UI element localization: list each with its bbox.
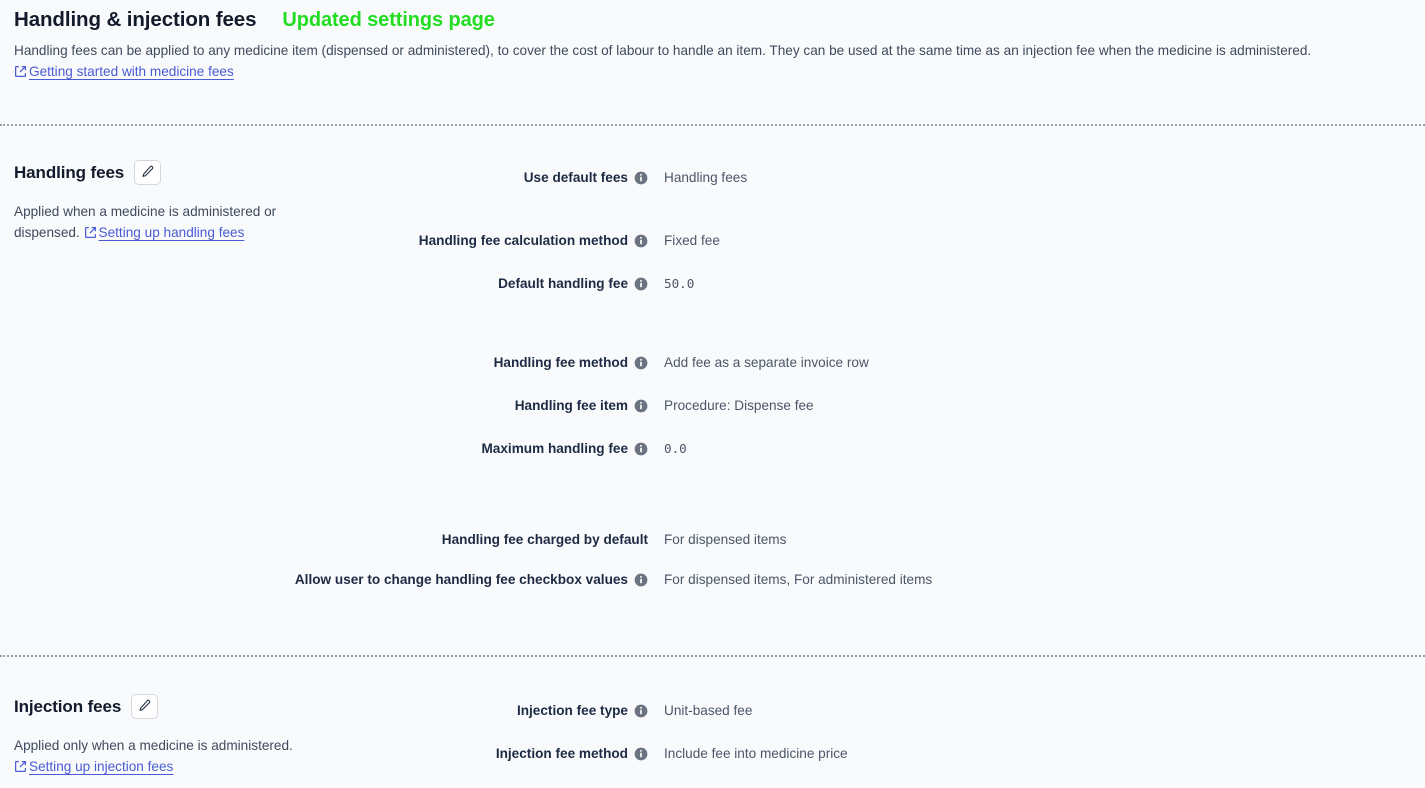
section-divider-bottom: [0, 655, 1425, 657]
section-divider-top: [0, 124, 1425, 126]
label-text: Default handling fee: [498, 276, 628, 291]
getting-started-link[interactable]: Getting started with medicine fees: [14, 64, 234, 79]
label-text: Use default fees: [523, 170, 628, 185]
label-text: Handling fee method: [493, 355, 628, 370]
field-label: Handling fee item: [0, 396, 648, 419]
field-label: Handling fee calculation method: [0, 231, 648, 254]
field-value: 0.0: [664, 441, 687, 456]
label-text: Allow user to change handling fee checkb…: [294, 572, 628, 587]
field-label: Default handling fee: [0, 274, 648, 297]
field-handling-fee-method: Handling fee method Add fee as a separat…: [0, 353, 1425, 376]
external-link-icon: [14, 63, 27, 84]
page-header: Handling & injection fees Updated settin…: [0, 0, 1425, 32]
settings-page: Handling & injection fees Updated settin…: [0, 0, 1425, 788]
field-value: Unit-based fee: [664, 703, 753, 718]
label-text: Injection fee method: [495, 746, 628, 761]
info-icon[interactable]: [634, 277, 648, 297]
page-title: Handling & injection fees: [14, 8, 257, 31]
label-text: Handling fee item: [514, 398, 628, 413]
field-label: Use default fees: [0, 168, 648, 191]
getting-started-link-label: Getting started with medicine fees: [29, 64, 234, 79]
field-default-handling-fee: Default handling fee 50.0: [0, 274, 1425, 297]
field-allow-user-change-checkbox-values: Allow user to change handling fee checkb…: [0, 570, 1425, 593]
field-label: Handling fee method: [0, 353, 648, 376]
page-description-text: Handling fees can be applied to any medi…: [14, 43, 1312, 58]
field-value: Handling fees: [664, 170, 748, 185]
field-label: Allow user to change handling fee checkb…: [0, 570, 648, 593]
injection-fees-fields: Injection fee type Unit-based fee Inject…: [0, 701, 1425, 767]
info-icon[interactable]: [634, 399, 648, 419]
field-handling-fee-item: Handling fee item Procedure: Dispense fe…: [0, 396, 1425, 419]
label-text: Handling fee calculation method: [418, 233, 628, 248]
field-label: Injection fee method: [0, 744, 648, 767]
info-icon[interactable]: [634, 171, 648, 191]
field-use-default-fees: Use default fees Handling fees: [0, 168, 1425, 191]
field-handling-fee-calculation-method: Handling fee calculation method Fixed fe…: [0, 231, 1425, 254]
field-value: Procedure: Dispense fee: [664, 398, 814, 413]
info-icon[interactable]: [634, 573, 648, 593]
field-value: Add fee as a separate invoice row: [664, 355, 869, 370]
label-text: Maximum handling fee: [481, 441, 628, 456]
field-handling-fee-charged-by-default: Handling fee charged by default For disp…: [0, 530, 1425, 550]
field-value: 50.0: [664, 276, 695, 291]
label-text: Handling fee charged by default: [441, 532, 648, 547]
page-annotation: Updated settings page: [282, 9, 495, 31]
info-icon[interactable]: [634, 234, 648, 254]
field-value: Fixed fee: [664, 233, 720, 248]
field-injection-fee-type: Injection fee type Unit-based fee: [0, 701, 1425, 724]
field-label: Maximum handling fee: [0, 439, 648, 462]
field-value: For dispensed items: [664, 532, 787, 547]
field-label: Injection fee type: [0, 701, 648, 724]
field-value: For dispensed items, For administered it…: [664, 572, 933, 587]
field-label: Handling fee charged by default: [0, 530, 648, 550]
field-maximum-handling-fee: Maximum handling fee 0.0: [0, 439, 1425, 462]
field-injection-fee-method: Injection fee method Include fee into me…: [0, 744, 1425, 767]
info-icon[interactable]: [634, 704, 648, 724]
page-description: Handling fees can be applied to any medi…: [0, 32, 1400, 84]
info-icon[interactable]: [634, 747, 648, 767]
field-value: Include fee into medicine price: [664, 746, 848, 761]
label-text: Injection fee type: [516, 703, 628, 718]
handling-fees-fields: Use default fees Handling fees Handling …: [0, 168, 1425, 593]
info-icon[interactable]: [634, 356, 648, 376]
info-icon[interactable]: [634, 442, 648, 462]
